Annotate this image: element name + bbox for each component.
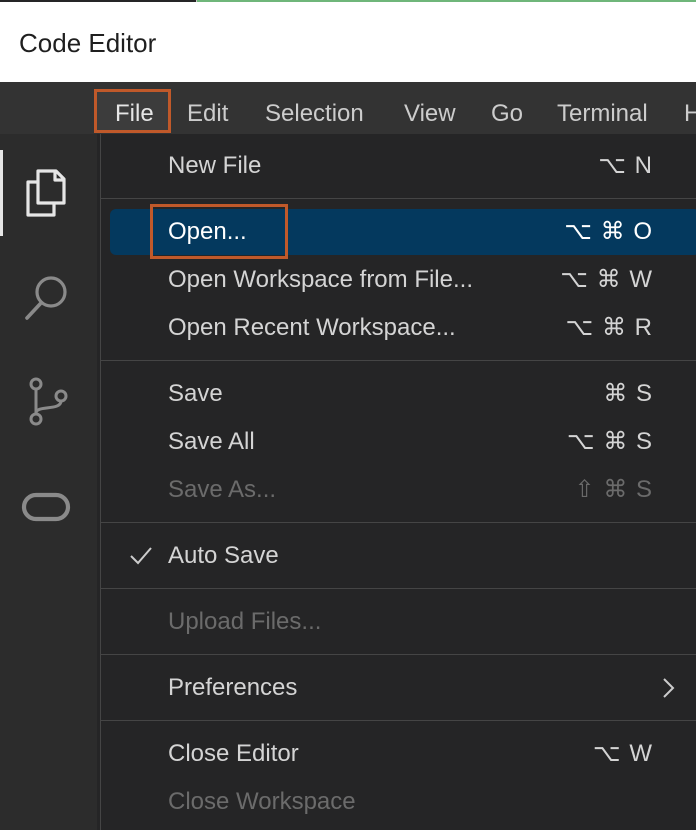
menu-item-label: Close Workspace [168,788,356,815]
files-icon[interactable] [20,165,74,219]
checkmark-icon [130,547,152,565]
menu-item-open-workspace[interactable]: Open Workspace from File... ⌥ ⌘ W [101,257,696,303]
menu-item-label: Save All [168,428,255,455]
chevron-right-icon [663,678,675,698]
menu-item-shortcut: ⇧ ⌘ S [574,476,653,503]
source-control-icon[interactable] [20,375,74,429]
menu-item-label: Save [168,380,223,407]
menu-terminal[interactable]: Terminal [557,82,648,134]
menu-item-shortcut: ⌥ ⌘ S [567,428,653,455]
menu-item-label: Save As... [168,476,277,503]
menu-separator [101,360,696,361]
activity-active-indicator [0,150,3,236]
menu-item-label: Open Recent Workspace... [168,314,456,341]
menu-item-close-editor[interactable]: Close Editor ⌥ W [101,731,696,777]
menu-item-label: Upload Files... [168,608,322,635]
menu-bar: File Edit Selection View Go Terminal H [0,82,696,134]
menu-item-save[interactable]: Save ⌘ S [101,371,696,417]
menu-go[interactable]: Go [491,82,523,134]
open-item-highlight [150,204,288,259]
menu-item-save-all[interactable]: Save All ⌥ ⌘ S [101,419,696,465]
menu-view[interactable]: View [404,82,456,134]
menu-item-label: Auto Save [168,542,279,569]
remote-icon[interactable] [20,480,74,534]
menu-item-shortcut: ⌥ W [593,740,653,767]
menu-item-upload-files: Upload Files... [101,599,696,645]
menu-separator [101,720,696,721]
menu-item-shortcut: ⌥ N [598,152,653,179]
menu-selection[interactable]: Selection [265,82,364,134]
menu-item-close-workspace: Close Workspace [101,779,696,825]
menu-item-shortcut: ⌥ ⌘ W [560,266,653,293]
menu-item-label: Close Editor [168,740,299,767]
menu-item-preferences[interactable]: Preferences [101,665,696,711]
menu-separator [101,198,696,199]
menu-item-save-as: Save As... ⇧ ⌘ S [101,467,696,513]
menu-item-auto-save[interactable]: Auto Save [101,533,696,579]
menu-item-label: Preferences [168,674,298,701]
menu-separator [101,654,696,655]
menu-help[interactable]: H [684,82,696,134]
menu-item-new-file[interactable]: New File ⌥ N [101,143,696,189]
menu-separator [101,588,696,589]
app-title: Code Editor [19,28,157,58]
menu-item-label: New File [168,152,262,179]
menu-item-open-recent[interactable]: Open Recent Workspace... ⌥ ⌘ R [101,305,696,351]
search-icon[interactable] [20,270,74,324]
title-bar: Code Editor [0,2,696,82]
menu-file[interactable]: File [115,82,154,134]
menu-item-shortcut: ⌥ ⌘ O [564,218,653,245]
menu-edit[interactable]: Edit [187,82,228,134]
code-editor-window: Code Editor File Edit Selection View Go … [0,0,696,830]
menu-item-shortcut: ⌘ S [603,380,653,407]
menu-separator [101,522,696,523]
menu-item-shortcut: ⌥ ⌘ R [565,314,653,341]
menu-item-label: Open Workspace from File... [168,266,473,293]
